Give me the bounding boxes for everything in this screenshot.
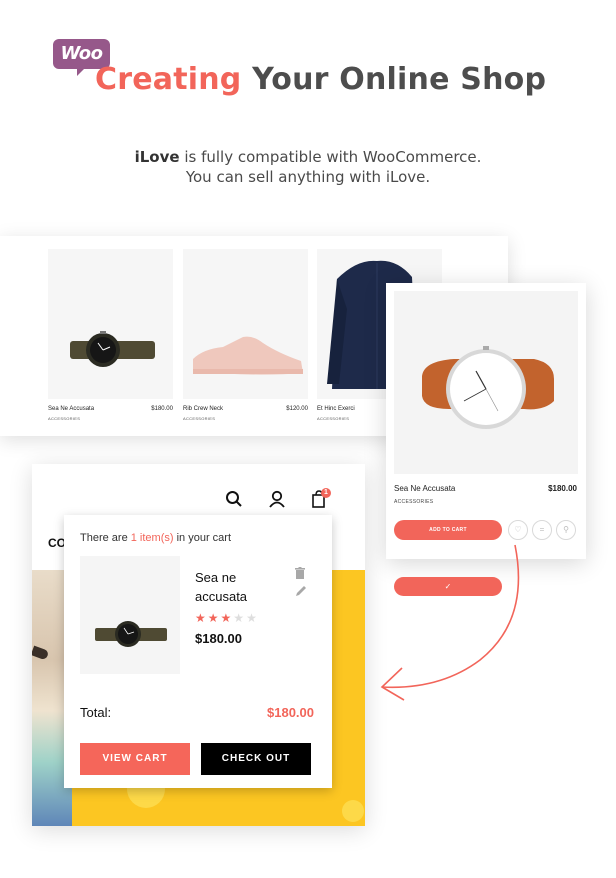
product-name[interactable]: Sea Ne Accusata <box>394 484 455 493</box>
total-label: Total: <box>80 705 112 720</box>
subtitle-line1: is fully compatible with WooCommerce. <box>179 148 482 166</box>
curved-arrow-icon <box>380 544 520 701</box>
product-category[interactable]: ACCESSORIES <box>183 416 308 421</box>
product-price: $120.00 <box>286 406 308 412</box>
page-title: Creating Your Online Shop <box>95 62 555 97</box>
quickview-search-icon[interactable]: ⚲ <box>556 520 576 540</box>
subtitle: iLove is fully compatible with WooCommer… <box>0 147 616 187</box>
product-card[interactable]: Rib Crew Neck $120.00 ACCESSORIES <box>183 249 308 421</box>
total-value: $180.00 <box>267 705 314 720</box>
subtitle-brand: iLove <box>134 148 180 166</box>
product-price: $180.00 <box>151 406 173 412</box>
wishlist-icon[interactable]: ♡ <box>508 520 528 540</box>
watch-dark-icon[interactable] <box>48 249 173 399</box>
mini-cart-dropdown: There are 1 item(s) in your cart Sea ne … <box>64 515 332 788</box>
product-price: $180.00 <box>548 484 577 493</box>
star-filled-icon: ★ <box>195 611 208 625</box>
title-accent: Creating <box>95 62 242 97</box>
cart-summary-suffix: in your cart <box>173 532 231 544</box>
cart-summary-prefix: There are <box>80 532 131 544</box>
cart-item-price: $180.00 <box>195 631 242 646</box>
star-empty-icon: ★ <box>233 611 247 625</box>
sneaker-icon[interactable] <box>183 249 308 399</box>
subtitle-line2: You can sell anything with iLove. <box>185 168 431 186</box>
product-card[interactable]: Sea Ne Accusata $180.00 ACCESSORIES <box>48 249 173 421</box>
cart-summary: There are 1 item(s) in your cart <box>80 532 231 544</box>
product-category[interactable]: ACCESSORIES <box>394 499 433 505</box>
cart-item-name[interactable]: Sea ne accusata <box>195 568 275 606</box>
user-icon[interactable] <box>268 490 286 508</box>
product-name[interactable]: Rib Crew Neck <box>183 406 223 412</box>
search-icon[interactable] <box>225 490 243 508</box>
cart-item-image[interactable] <box>80 556 180 674</box>
view-cart-button[interactable]: VIEW CART <box>80 743 190 775</box>
star-empty-icon: ★ <box>246 611 259 625</box>
add-to-cart-button[interactable]: ADD TO CART <box>394 520 502 540</box>
pencil-icon[interactable] <box>295 585 307 597</box>
product-name[interactable]: Sea Ne Accusata <box>48 406 94 412</box>
watch-white-icon[interactable] <box>394 291 578 474</box>
star-rating: ★★★★★ <box>195 611 259 625</box>
star-filled-icon: ★ <box>207 611 221 625</box>
compare-icon[interactable]: = <box>532 520 552 540</box>
cart-item-count: 1 item(s) <box>130 532 174 544</box>
product-name[interactable]: Et Hinc Exerci <box>317 406 355 412</box>
star-filled-icon: ★ <box>220 611 234 625</box>
product-category[interactable]: ACCESSORIES <box>48 416 173 421</box>
trash-icon[interactable] <box>295 567 305 579</box>
title-rest: Your Online Shop <box>241 62 547 97</box>
check-out-button[interactable]: CHECK OUT <box>201 743 311 775</box>
featured-product-card[interactable]: Sea Ne Accusata $180.00 ACCESSORIES ADD … <box>386 283 586 559</box>
cart-count-badge: 1 <box>321 488 331 498</box>
